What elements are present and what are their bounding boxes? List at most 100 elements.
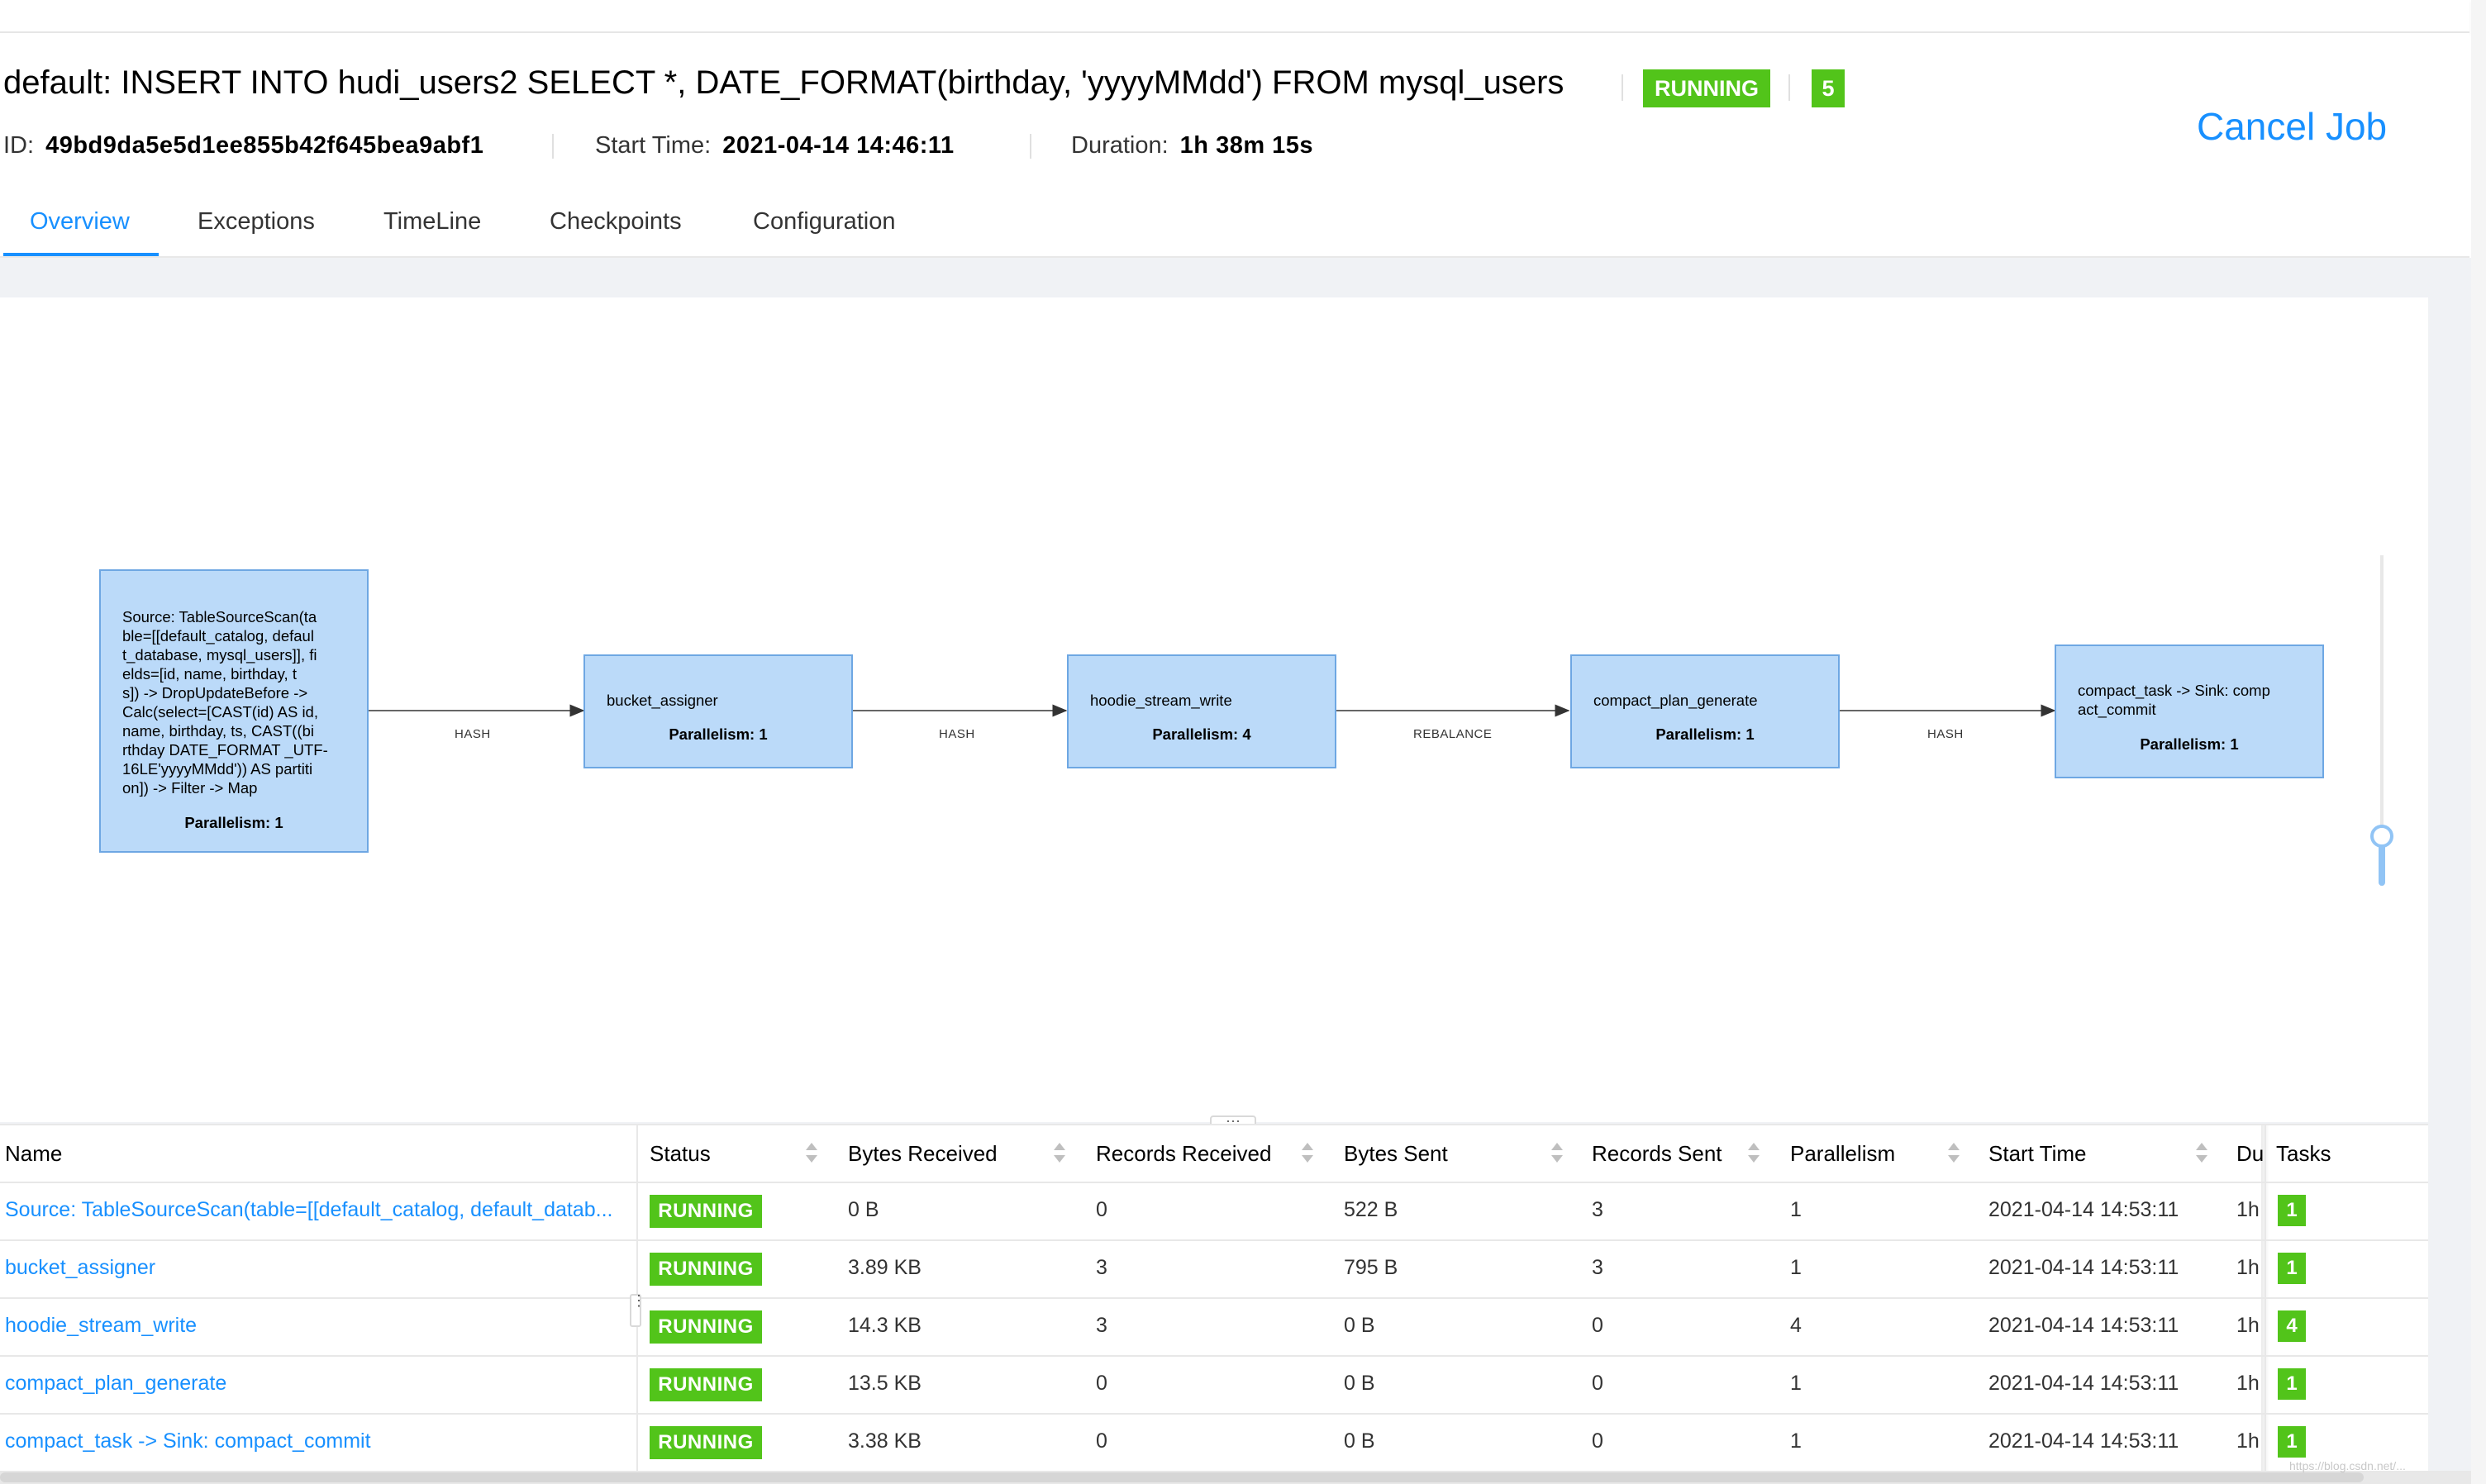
node-text-line: hoodie_stream_write — [1090, 692, 1232, 709]
node-description: compact_task -> Sink: comp act_commit — [2078, 681, 2306, 719]
vertex-name-link[interactable]: bucket_assigner — [5, 1256, 155, 1280]
node-text-line: 16LE'yyyyMMdd')) AS partiti — [122, 760, 313, 778]
zoom-slider-handle[interactable] — [2370, 825, 2393, 848]
node-parallelism: Parallelism: 1 — [1655, 725, 1755, 743]
vertex-status-badge: RUNNING — [650, 1310, 762, 1344]
column-header-status[interactable]: Status — [650, 1125, 711, 1182]
start-time: 2021-04-14 14:53:11 — [1988, 1256, 2179, 1279]
vertex-name-link[interactable]: Source: TableSourceScan(table=[[default_… — [5, 1198, 612, 1222]
vertex-name-link[interactable]: hoodie_stream_write — [5, 1314, 197, 1338]
node-text-line: elds=[id, name, birthday, t — [122, 665, 297, 683]
duration: 1h — [2236, 1314, 2260, 1337]
records-sent: 0 — [1592, 1314, 1603, 1337]
graph-node-bucket-assigner[interactable]: bucket_assigner Parallelism: 1 — [583, 654, 853, 768]
column-header-start-time[interactable]: Start Time — [1988, 1125, 2086, 1182]
column-header-duration[interactable]: Du — [2236, 1125, 2264, 1182]
node-text-line: name, birthday, ts, CAST((bi — [122, 722, 315, 740]
records-sent: 3 — [1592, 1256, 1603, 1279]
graph-node-compact-task-sink[interactable]: compact_task -> Sink: comp act_commit Pa… — [2055, 644, 2324, 778]
row-divider — [0, 1297, 2428, 1299]
column-header-parallelism[interactable]: Parallelism — [1790, 1125, 1895, 1182]
row-divider — [0, 1239, 2428, 1241]
graph-node-compact-plan-generate[interactable]: compact_plan_generate Parallelism: 1 — [1570, 654, 1840, 768]
node-parallelism: Parallelism: 1 — [2140, 735, 2239, 753]
start-time: 2021-04-14 14:53:11 — [1988, 1372, 2179, 1395]
tab-overview[interactable]: Overview — [30, 208, 130, 235]
sort-icon[interactable] — [805, 1143, 817, 1164]
edge-label: HASH — [939, 727, 975, 741]
duration: 1h — [2236, 1256, 2260, 1279]
start-time: 2021-04-14 14:53:11 — [1988, 1198, 2179, 1221]
node-parallelism: Parallelism: 1 — [184, 814, 283, 831]
sort-icon[interactable] — [1947, 1143, 1960, 1164]
graph-node-source[interactable]: Source: TableSourceScan(ta ble=[[default… — [99, 569, 369, 853]
row-divider — [0, 1413, 2428, 1415]
task-badge: 1 — [2278, 1253, 2306, 1284]
vertex-name-link[interactable]: compact_task -> Sink: compact_commit — [5, 1429, 371, 1453]
records-sent: 0 — [1592, 1429, 1603, 1453]
job-status-badge: RUNNING — [1643, 69, 1770, 107]
sort-icon[interactable] — [2195, 1143, 2207, 1164]
records-sent: 0 — [1592, 1372, 1603, 1395]
meta-divider — [552, 134, 554, 159]
node-description: bucket_assigner — [607, 691, 835, 710]
column-resize-grip[interactable]: ⋮ — [630, 1293, 646, 1327]
node-text-line: compact_plan_generate — [1593, 692, 1758, 709]
column-header-records-sent[interactable]: Records Sent — [1592, 1125, 1722, 1182]
column-header-tasks: Tasks — [2276, 1140, 2331, 1166]
bytes-sent: 0 B — [1344, 1429, 1375, 1453]
graph-node-hoodie-stream-write[interactable]: hoodie_stream_write Parallelism: 4 — [1067, 654, 1336, 768]
bytes-sent: 795 B — [1344, 1256, 1398, 1279]
task-count-badge: 5 — [1812, 69, 1845, 107]
bytes-sent: 0 B — [1344, 1372, 1375, 1395]
top-navigation-bar — [0, 0, 2469, 33]
node-text-line: act_commit — [2078, 701, 2156, 718]
node-text-line: ble=[[default_catalog, defaul — [122, 627, 314, 644]
task-badge: 1 — [2278, 1195, 2306, 1226]
cancel-job-button[interactable]: Cancel Job — [2197, 104, 2387, 149]
watermark: https://blog.csdn.net/... — [2289, 1459, 2406, 1472]
node-text-line: Source: TableSourceScan(ta — [122, 608, 317, 625]
node-text-line: t_database, mysql_users]], fi — [122, 646, 317, 664]
node-text-line: s]) -> DropUpdateBefore -> — [122, 684, 308, 702]
sort-icon[interactable] — [1301, 1143, 1313, 1164]
records-sent: 3 — [1592, 1198, 1603, 1221]
node-description: compact_plan_generate — [1593, 691, 1822, 710]
parallelism: 1 — [1790, 1256, 1802, 1279]
duration: 1h — [2236, 1372, 2260, 1395]
tab-exceptions[interactable]: Exceptions — [198, 208, 315, 235]
sort-icon[interactable] — [1550, 1143, 1563, 1164]
duration: 1h — [2236, 1429, 2260, 1453]
node-parallelism: Parallelism: 1 — [669, 725, 768, 743]
column-header-bytes-received[interactable]: Bytes Received — [848, 1125, 998, 1182]
sort-icon[interactable] — [1053, 1143, 1065, 1164]
job-title: default: INSERT INTO hudi_users2 SELECT … — [3, 64, 1564, 101]
sort-icon[interactable] — [1747, 1143, 1760, 1164]
vertex-status-badge: RUNNING — [650, 1426, 762, 1459]
job-duration: Duration: 1h 38m 15s — [1071, 132, 1313, 159]
column-header-records-received[interactable]: Records Received — [1096, 1125, 1271, 1182]
records-received: 0 — [1096, 1429, 1107, 1453]
title-divider — [1622, 74, 1623, 101]
horizontal-scrollbar-thumb[interactable] — [0, 1472, 2364, 1482]
title-divider — [1788, 74, 1790, 101]
vertex-name-link[interactable]: compact_plan_generate — [5, 1372, 226, 1396]
right-edge-gutter — [2471, 0, 2486, 1484]
parallelism: 4 — [1790, 1314, 1802, 1337]
records-received: 3 — [1096, 1256, 1107, 1279]
parallelism: 1 — [1790, 1372, 1802, 1395]
bytes-received: 14.3 KB — [848, 1314, 922, 1337]
bytes-sent: 0 B — [1344, 1314, 1375, 1337]
column-divider — [2265, 1125, 2266, 1472]
active-tab-indicator — [3, 253, 159, 256]
column-header-bytes-sent[interactable]: Bytes Sent — [1344, 1125, 1448, 1182]
tab-configuration[interactable]: Configuration — [753, 208, 896, 235]
tab-timeline[interactable]: TimeLine — [383, 208, 481, 235]
job-graph-canvas[interactable]: Source: TableSourceScan(ta ble=[[default… — [0, 297, 2428, 1122]
tab-checkpoints[interactable]: Checkpoints — [550, 208, 682, 235]
bytes-received: 3.89 KB — [848, 1256, 922, 1279]
node-parallelism: Parallelism: 4 — [1152, 725, 1251, 743]
records-received: 0 — [1096, 1198, 1107, 1221]
column-header-name[interactable]: Name — [5, 1125, 62, 1182]
job-id: ID: 49bd9da5e5d1ee855b42f645bea9abf1 — [3, 132, 483, 159]
